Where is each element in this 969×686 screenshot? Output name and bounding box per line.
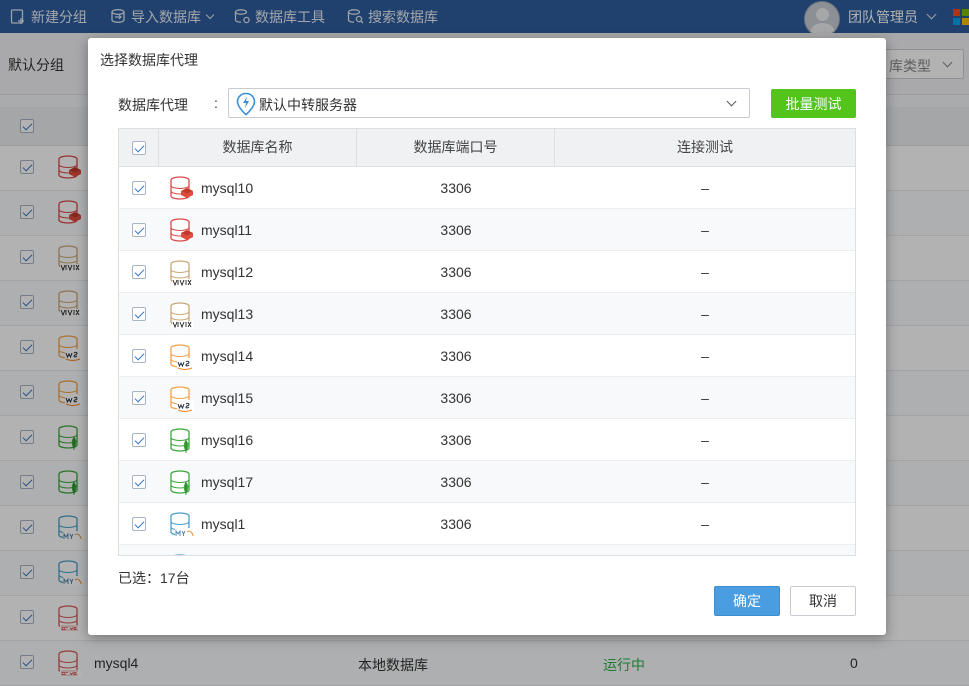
connection-test-result: – bbox=[701, 306, 709, 322]
row-checkbox[interactable] bbox=[132, 349, 146, 363]
mysql-db-icon bbox=[170, 512, 194, 538]
connection-test-result: – bbox=[701, 222, 709, 238]
column-header-port: 数据库端口号 bbox=[357, 129, 555, 166]
dialog-title: 选择数据库代理 bbox=[100, 52, 198, 68]
db-port: 3306 bbox=[440, 306, 472, 322]
database-grid: 数据库名称 数据库端口号 连接测试 mysql10 3306 – mysql11 330… bbox=[118, 128, 856, 556]
table-row[interactable]: mysql12 3306 – bbox=[119, 251, 855, 293]
table-row[interactable]: mysql10 3306 – bbox=[119, 167, 855, 209]
connection-test-result: – bbox=[701, 180, 709, 196]
db-name: mysql14 bbox=[201, 348, 254, 364]
db-icon-cell bbox=[169, 385, 195, 416]
mongodb-db-icon bbox=[170, 470, 190, 495]
vertica-db-icon bbox=[170, 302, 194, 329]
db-icon-cell bbox=[169, 469, 195, 500]
db-icon-cell bbox=[169, 259, 195, 290]
table-row[interactable]: mysql1 3306 – bbox=[119, 503, 855, 545]
connection-test-result: – bbox=[701, 516, 709, 532]
db-name: mysql16 bbox=[201, 432, 254, 448]
connection-test-result: – bbox=[701, 264, 709, 280]
table-row[interactable]: mysql15 3306 – bbox=[119, 377, 855, 419]
row-checkbox[interactable] bbox=[132, 391, 146, 405]
db-name: mysql11 bbox=[201, 222, 253, 238]
row-checkbox[interactable] bbox=[132, 265, 146, 279]
db-icon-cell bbox=[169, 301, 195, 332]
connection-test-result: – bbox=[701, 432, 709, 448]
db-icon-cell bbox=[169, 511, 195, 542]
proxy-select-value: 默认中转服务器 bbox=[259, 97, 357, 113]
column-header-name: 数据库名称 bbox=[159, 129, 357, 166]
db-port: 3306 bbox=[440, 390, 472, 406]
table-row[interactable]: mysql17 3306 – bbox=[119, 461, 855, 503]
db-port: 3306 bbox=[440, 180, 472, 196]
db-port: 3306 bbox=[440, 348, 472, 364]
mongodb-db-icon bbox=[170, 428, 190, 453]
proxy-select[interactable]: 默认中转服务器 bbox=[228, 88, 750, 118]
db-icon-cell bbox=[169, 427, 195, 458]
db-name: mysql12 bbox=[201, 264, 254, 280]
redis-db-icon bbox=[170, 176, 193, 200]
table-row[interactable]: mysql14 3306 – bbox=[119, 335, 855, 377]
confirm-button[interactable]: 确定 bbox=[714, 586, 780, 616]
mysql-db-icon bbox=[174, 554, 186, 555]
aws-db-icon bbox=[170, 344, 194, 371]
db-icon-cell bbox=[169, 343, 195, 374]
proxy-label: 数据库代理 bbox=[118, 97, 188, 113]
table-row[interactable]: mysql16 3306 – bbox=[119, 419, 855, 461]
connection-test-result: – bbox=[701, 474, 709, 490]
row-checkbox[interactable] bbox=[132, 181, 146, 195]
db-name: mysql17 bbox=[201, 474, 254, 490]
select-proxy-dialog: 选择数据库代理 数据库代理 : 默认中转服务器 批量测试 数据库名称 数据库端口… bbox=[88, 38, 886, 635]
db-port: 3306 bbox=[440, 474, 472, 490]
cancel-button[interactable]: 取消 bbox=[790, 586, 856, 616]
db-name: mysql10 bbox=[201, 180, 254, 196]
table-row[interactable]: mysql13 3306 – bbox=[119, 293, 855, 335]
proxy-colon: : bbox=[214, 95, 218, 111]
location-pin-icon bbox=[236, 92, 256, 116]
connection-test-result: – bbox=[701, 348, 709, 364]
row-checkbox[interactable] bbox=[132, 517, 146, 531]
column-header-test: 连接测试 bbox=[677, 139, 733, 155]
db-port: 3306 bbox=[440, 516, 472, 532]
db-icon-cell bbox=[169, 217, 195, 248]
row-checkbox[interactable] bbox=[132, 475, 146, 489]
db-name: mysql1 bbox=[201, 516, 246, 532]
connection-test-result: – bbox=[701, 390, 709, 406]
aws-db-icon bbox=[170, 386, 194, 413]
grid-header-checkbox-cell bbox=[119, 129, 159, 166]
db-port: 3306 bbox=[440, 432, 472, 448]
row-checkbox[interactable] bbox=[132, 307, 146, 321]
row-checkbox[interactable] bbox=[132, 433, 146, 447]
chevron-down-icon bbox=[726, 96, 737, 107]
table-row[interactable] bbox=[119, 545, 855, 555]
db-name: mysql15 bbox=[201, 390, 254, 406]
table-row[interactable]: mysql11 3306 – bbox=[119, 209, 855, 251]
db-name: mysql13 bbox=[201, 306, 254, 322]
grid-body: mysql10 3306– mysql11 3306– mysql12 3306– mysq… bbox=[119, 167, 855, 555]
db-port: 3306 bbox=[440, 222, 472, 238]
db-port: 3306 bbox=[440, 264, 472, 280]
db-icon-cell bbox=[169, 553, 195, 555]
batch-test-button[interactable]: 批量测试 bbox=[771, 89, 856, 118]
vertica-db-icon bbox=[170, 260, 194, 287]
grid-header: 数据库名称 数据库端口号 连接测试 bbox=[119, 129, 855, 167]
row-checkbox[interactable] bbox=[132, 223, 146, 237]
selected-count: 已选：17台 bbox=[118, 570, 190, 586]
select-all-checkbox[interactable] bbox=[132, 141, 146, 155]
redis-db-icon bbox=[170, 218, 193, 242]
db-icon-cell bbox=[169, 175, 195, 206]
